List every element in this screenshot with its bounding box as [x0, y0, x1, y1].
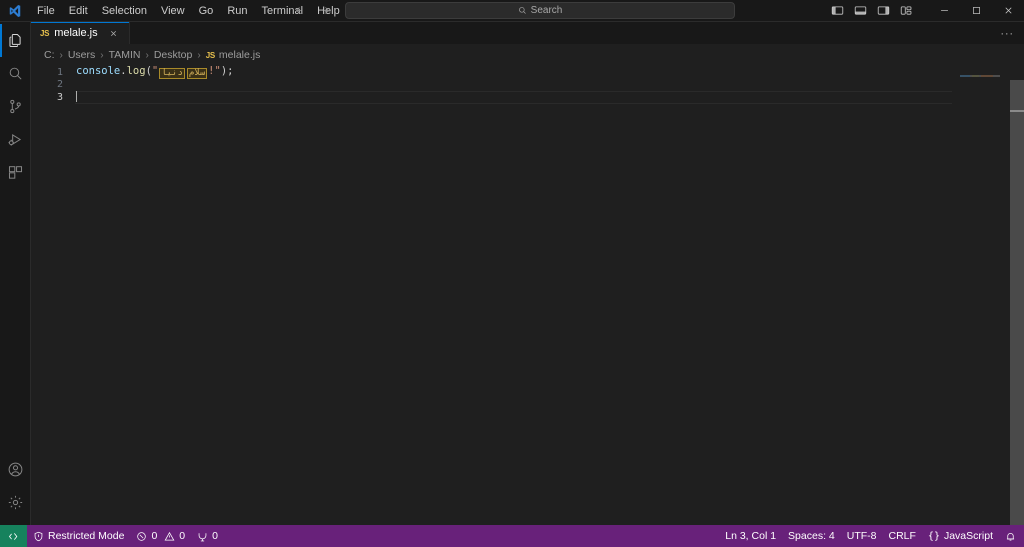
status-bar: Restricted Mode 0 0 0 Ln 3, Col 1 Spaces…: [0, 525, 1024, 547]
javascript-file-icon: JS: [40, 28, 50, 38]
code-token-quote-open: ": [151, 66, 159, 78]
status-indentation[interactable]: Spaces: 4: [782, 525, 841, 547]
minimize-icon[interactable]: [928, 0, 960, 22]
breadcrumb-item-users[interactable]: Users: [65, 48, 98, 62]
close-icon[interactable]: [992, 0, 1024, 22]
code-token-close-paren: );: [220, 66, 234, 78]
breadcrumb-file-label: melale.js: [218, 49, 261, 61]
line-number: 3: [56, 91, 63, 103]
panel-right-icon[interactable]: [872, 0, 895, 22]
status-restricted-mode[interactable]: Restricted Mode: [27, 525, 130, 547]
panel-left-icon[interactable]: [826, 0, 849, 22]
maximize-icon[interactable]: [960, 0, 992, 22]
breadcrumb: C: › Users › TAMIN › Desktop › JS melale…: [31, 44, 1024, 66]
sidebar-item-source-control[interactable]: [0, 90, 31, 123]
code-editor[interactable]: 1 console.log(" دنيا سلام !"); 2 3: [31, 66, 952, 525]
close-icon[interactable]: [107, 26, 121, 40]
ports-icon: [197, 531, 208, 542]
search-placeholder: Search: [530, 5, 563, 16]
scrollbar-cursor-marker: [1010, 110, 1024, 112]
text-cursor: [76, 91, 77, 103]
status-problems[interactable]: 0 0: [130, 525, 191, 547]
line-number: 1: [56, 66, 63, 78]
remote-indicator-icon[interactable]: [0, 525, 27, 547]
status-warning-count: 0: [179, 530, 186, 542]
status-bar-right: Ln 3, Col 1 Spaces: 4 UTF-8 CRLF {} Java…: [719, 525, 1024, 547]
shield-icon: [33, 531, 44, 542]
line-number: 2: [56, 79, 63, 91]
menu-item-view[interactable]: View: [154, 2, 192, 20]
tab-melale-js[interactable]: JS melale.js: [31, 22, 130, 44]
braces-icon: {}: [927, 530, 940, 542]
activity-bar: [0, 22, 31, 525]
sidebar-item-search[interactable]: [0, 57, 31, 90]
scrollbar-thumb[interactable]: [1010, 80, 1024, 525]
minimap-code-line: [960, 75, 1000, 77]
breadcrumb-separator: ›: [145, 49, 149, 61]
code-token-log: log: [126, 66, 146, 78]
search-icon: [518, 6, 527, 15]
status-language-mode[interactable]: {} JavaScript: [922, 525, 999, 547]
title-bar: File Edit Selection View Go Run Terminal…: [0, 0, 1024, 22]
status-cursor-position[interactable]: Ln 3, Col 1: [719, 525, 782, 547]
status-restricted-mode-label: Restricted Mode: [48, 530, 125, 542]
breadcrumb-item-desktop[interactable]: Desktop: [151, 48, 196, 62]
code-line[interactable]: 2: [31, 79, 952, 92]
status-encoding[interactable]: UTF-8: [841, 525, 883, 547]
bell-icon: [1005, 531, 1016, 542]
more-actions-button[interactable]: ···: [996, 23, 1018, 43]
code-line-active[interactable]: 3: [31, 91, 952, 104]
code-line-content: [75, 91, 77, 103]
tab-label: melale.js: [54, 27, 98, 39]
menu-item-run[interactable]: Run: [220, 2, 254, 20]
editor-actions: ···: [996, 22, 1024, 44]
breadcrumb-item-tamin[interactable]: TAMIN: [106, 48, 144, 62]
status-ports-count: 0: [212, 530, 218, 542]
sidebar-item-explorer[interactable]: [0, 24, 31, 57]
vscode-window: File Edit Selection View Go Run Terminal…: [0, 0, 1024, 547]
breadcrumb-item-drive[interactable]: C:: [41, 48, 58, 62]
status-ports[interactable]: 0: [191, 525, 224, 547]
editor-area: 1 console.log(" دنيا سلام !"); 2 3: [31, 66, 1024, 525]
status-eol[interactable]: CRLF: [883, 525, 922, 547]
minimap[interactable]: [952, 66, 1010, 525]
code-line-content: console.log(" دنيا سلام !");: [75, 66, 234, 80]
sidebar-item-run-and-debug[interactable]: [0, 123, 31, 156]
menu-item-file[interactable]: File: [30, 2, 62, 20]
status-error-count: 0: [151, 530, 158, 542]
menu-item-go[interactable]: Go: [192, 2, 221, 20]
window-controls: [826, 0, 1024, 22]
menu-item-selection[interactable]: Selection: [95, 2, 154, 20]
menu-item-edit[interactable]: Edit: [62, 2, 95, 20]
editor-scrollbar[interactable]: [1010, 66, 1024, 525]
breadcrumb-separator: ›: [197, 49, 201, 61]
breadcrumb-separator: ›: [59, 49, 63, 61]
tab-bar: JS melale.js ···: [31, 22, 1024, 44]
panel-bottom-icon[interactable]: [849, 0, 872, 22]
editor-group: JS melale.js ··· C: › Users › TAMIN › De: [31, 22, 1024, 525]
breadcrumb-separator: ›: [100, 49, 104, 61]
gear-icon[interactable]: [0, 486, 31, 519]
status-notifications[interactable]: [999, 525, 1022, 547]
javascript-file-icon: JS: [205, 50, 215, 60]
sidebar-item-extensions[interactable]: [0, 156, 31, 189]
code-token-console: console: [76, 66, 121, 78]
code-line[interactable]: 1 console.log(" دنيا سلام !");: [31, 66, 952, 80]
breadcrumb-item-file[interactable]: JS melale.js: [203, 48, 264, 62]
status-language-label: JavaScript: [943, 530, 993, 542]
arrow-left-icon[interactable]: [289, 2, 307, 20]
workbench-body: JS melale.js ··· C: › Users › TAMIN › De: [0, 22, 1024, 525]
warning-icon: [164, 531, 175, 542]
arrow-right-icon[interactable]: [317, 2, 335, 20]
code-token-quote-close: !": [208, 66, 221, 78]
accounts-button[interactable]: [0, 453, 31, 486]
search-input[interactable]: Search: [345, 2, 735, 19]
error-icon: [136, 531, 147, 542]
vscode-logo-icon: [0, 0, 30, 22]
layout-grid-icon[interactable]: [895, 0, 918, 22]
